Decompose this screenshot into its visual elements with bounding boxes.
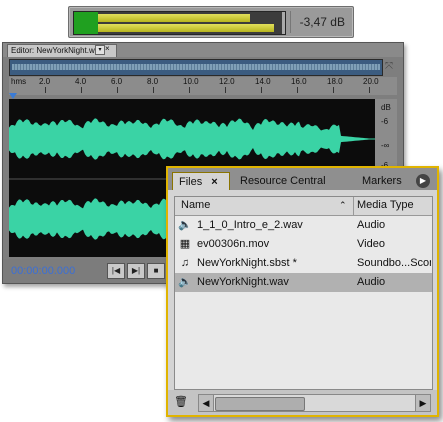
zoom-full-icon[interactable]: ⤧ bbox=[385, 61, 393, 72]
ruler-tick bbox=[189, 87, 190, 93]
music-note-icon: ♫ bbox=[180, 257, 190, 269]
close-icon[interactable]: × bbox=[105, 44, 110, 53]
file-name: ev00306n.mov bbox=[197, 238, 270, 250]
ruler-tick bbox=[81, 87, 82, 93]
scrollbar-thumb[interactable] bbox=[215, 397, 305, 411]
ruler-tick-label: 14.0 bbox=[255, 77, 271, 86]
scroll-left-icon[interactable]: ◀ bbox=[199, 395, 214, 411]
tab-menu-icon[interactable]: ▾ bbox=[95, 45, 105, 55]
speaker-icon: 🔈 bbox=[178, 219, 192, 231]
ruler-tick bbox=[117, 87, 118, 93]
level-meter-left-bar bbox=[98, 14, 250, 22]
level-meter: -3,47 dB bbox=[68, 6, 354, 38]
table-row-selected[interactable]: 🔈 NewYorkNight.wav Audio bbox=[175, 273, 432, 292]
table-row[interactable]: 🔈 1_1_0_Intro_e_2.wav Audio bbox=[175, 216, 432, 235]
ruler-unit-label: hms bbox=[11, 77, 27, 86]
tab-files[interactable]: Files × bbox=[172, 172, 230, 190]
table-row[interactable]: ♫ NewYorkNight.sbst * Soundbo...Scor bbox=[175, 254, 432, 273]
stop-button[interactable]: ■ bbox=[147, 263, 165, 279]
ruler-tick bbox=[297, 87, 298, 93]
ruler-tick-label: 20.0 bbox=[363, 77, 379, 86]
time-ruler[interactable]: hms 2.0 4.0 6.0 8.0 10.0 12.0 14.0 16.0 18.0 20.0 bbox=[9, 77, 397, 95]
editor-tab-label: Editor: NewYorkNight.wav bbox=[11, 46, 104, 55]
table-header: Name ⌃ Media Type bbox=[175, 197, 432, 216]
scroll-right-icon[interactable]: ▶ bbox=[415, 395, 430, 411]
ruler-tick-label: 18.0 bbox=[327, 77, 343, 86]
column-divider[interactable] bbox=[353, 197, 354, 215]
table-row[interactable]: ▦ ev00306n.mov Video bbox=[175, 235, 432, 254]
go-to-start-button[interactable]: |◀ bbox=[107, 263, 125, 279]
film-icon: ▦ bbox=[179, 238, 191, 250]
ruler-tick bbox=[333, 87, 334, 93]
db-scale-label: -6 bbox=[381, 117, 389, 126]
ruler-tick bbox=[153, 87, 154, 93]
go-to-end-button[interactable]: ▶| bbox=[127, 263, 145, 279]
ruler-tick bbox=[369, 87, 370, 93]
tab-markers[interactable]: Markers bbox=[356, 172, 414, 190]
sort-ascending-icon[interactable]: ⌃ bbox=[339, 200, 347, 211]
files-tab-bar: Files × Resource Central Markers ▶ bbox=[168, 168, 437, 190]
overview-bar[interactable] bbox=[9, 59, 383, 76]
level-meter-divider bbox=[290, 11, 291, 33]
ruler-tick-label: 16.0 bbox=[291, 77, 307, 86]
ruler-tick-label: 10.0 bbox=[183, 77, 199, 86]
ruler-tick-label: 8.0 bbox=[147, 77, 159, 86]
level-meter-right-bar bbox=[98, 24, 274, 32]
level-meter-track bbox=[73, 11, 286, 35]
more-tabs-icon[interactable]: ▶ bbox=[416, 174, 430, 188]
horizontal-scrollbar[interactable]: ◀ ▶ bbox=[198, 394, 431, 412]
overview-waveform bbox=[12, 64, 380, 70]
media-type: Audio bbox=[357, 219, 386, 231]
files-panel: Files × Resource Central Markers ▶ Name … bbox=[166, 166, 439, 417]
db-scale-label: dB bbox=[381, 103, 391, 112]
media-type: Video bbox=[357, 238, 385, 250]
trash-icon[interactable]: 🗑 bbox=[174, 396, 188, 408]
ruler-tick-label: 12.0 bbox=[219, 77, 235, 86]
tab-resource-central[interactable]: Resource Central bbox=[234, 172, 354, 190]
ruler-tick bbox=[261, 87, 262, 93]
ruler-tick-label: 4.0 bbox=[75, 77, 87, 86]
level-readout: -3,47 dB bbox=[299, 15, 345, 29]
column-header-name[interactable]: Name bbox=[181, 199, 210, 211]
column-header-media-type[interactable]: Media Type bbox=[357, 199, 414, 211]
editor-tab-bar: Editor: NewYorkNight.wav ▾ × bbox=[3, 43, 403, 57]
file-name: NewYorkNight.wav bbox=[197, 276, 289, 288]
ruler-tick bbox=[45, 87, 46, 93]
file-name: NewYorkNight.sbst * bbox=[197, 257, 297, 269]
ruler-tick bbox=[225, 87, 226, 93]
ruler-tick-label: 6.0 bbox=[111, 77, 123, 86]
db-scale-label: -∞ bbox=[381, 141, 390, 150]
time-display: 00:00:00.000 bbox=[11, 265, 76, 277]
files-table: Name ⌃ Media Type 🔈 1_1_0_Intro_e_2.wav … bbox=[174, 196, 433, 390]
media-type: Audio bbox=[357, 276, 386, 288]
close-tab-icon[interactable]: × bbox=[211, 176, 217, 188]
media-type: Soundbo...Scor bbox=[357, 257, 431, 269]
file-name: 1_1_0_Intro_e_2.wav bbox=[197, 219, 303, 231]
level-meter-peak bbox=[282, 12, 285, 34]
ruler-tick-label: 2.0 bbox=[39, 77, 51, 86]
speaker-icon: 🔈 bbox=[178, 276, 192, 288]
level-meter-green-segment bbox=[74, 12, 98, 34]
tab-files-label: Files bbox=[179, 176, 203, 188]
files-footer: 🗑 ◀ ▶ bbox=[168, 390, 437, 415]
